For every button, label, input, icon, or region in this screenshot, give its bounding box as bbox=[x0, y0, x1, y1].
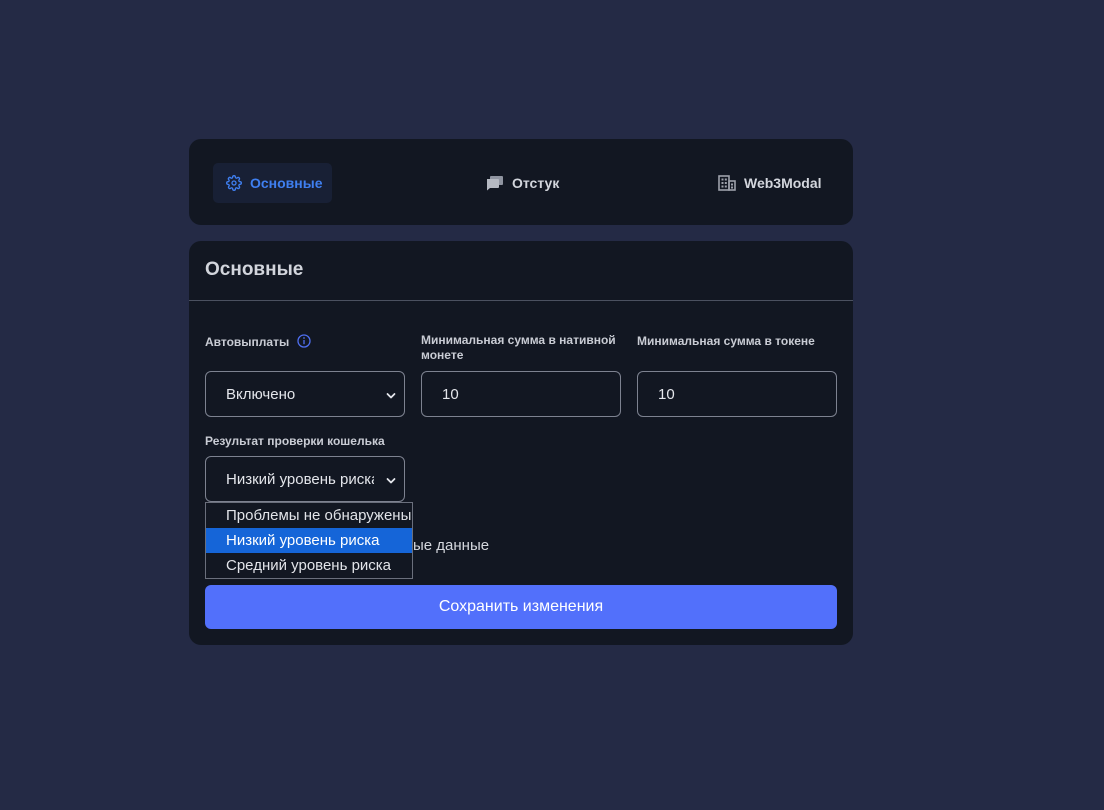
wallet-check-label: Результат проверки кошелька bbox=[205, 434, 385, 448]
building-icon bbox=[718, 175, 736, 191]
wallet-check-dropdown: Проблемы не обнаружены Низкий уровень ри… bbox=[205, 502, 413, 579]
min-native-label: Минимальная сумма в нативной монете bbox=[421, 333, 616, 362]
tab-main[interactable]: Основные bbox=[213, 163, 332, 203]
dropdown-option-selected[interactable]: Низкий уровень риска bbox=[206, 528, 412, 553]
wallet-check-value: Низкий уровень риска bbox=[226, 470, 374, 488]
tab-callback[interactable]: Отстук bbox=[486, 163, 559, 203]
chevron-down-icon bbox=[385, 389, 397, 406]
gear-icon bbox=[226, 175, 242, 191]
dropdown-option[interactable]: Проблемы не обнаружены bbox=[206, 503, 412, 528]
partially-hidden-label: ые данные bbox=[413, 537, 490, 554]
min-token-value: 10 bbox=[658, 385, 675, 403]
tab-web3modal[interactable]: Web3Modal bbox=[718, 163, 822, 203]
min-token-label: Минимальная сумма в токене bbox=[637, 334, 815, 348]
tab-main-label: Основные bbox=[250, 175, 323, 191]
min-token-input[interactable]: 10 bbox=[637, 371, 837, 417]
min-native-input[interactable]: 10 bbox=[421, 371, 621, 417]
autopay-label: Автовыплаты bbox=[205, 335, 290, 349]
autopay-label-row: Автовыплаты bbox=[205, 334, 311, 352]
tabs-bar: Основные Отстук Web3Modal bbox=[189, 139, 853, 225]
card-divider bbox=[189, 300, 853, 301]
tab-callback-label: Отстук bbox=[512, 175, 560, 191]
wallet-check-select[interactable]: Низкий уровень риска bbox=[205, 456, 405, 502]
autopay-value: Включено bbox=[226, 385, 296, 403]
dropdown-option[interactable]: Средний уровень риска bbox=[206, 553, 412, 578]
autopay-select[interactable]: Включено bbox=[205, 371, 405, 417]
chevron-down-icon bbox=[385, 474, 397, 491]
chat-bubbles-icon bbox=[486, 175, 504, 191]
card-title: Основные bbox=[205, 259, 304, 280]
info-icon[interactable] bbox=[296, 334, 311, 352]
tab-web3modal-label: Web3Modal bbox=[744, 175, 822, 191]
settings-card: Основные Автовыплаты Включено Минимальна… bbox=[189, 241, 853, 645]
min-native-value: 10 bbox=[442, 385, 459, 403]
save-button[interactable]: Сохранить изменения bbox=[205, 585, 837, 629]
